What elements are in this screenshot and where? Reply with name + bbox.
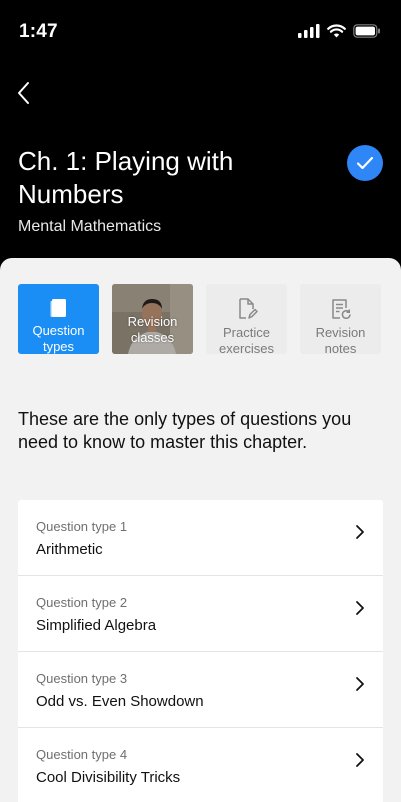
page-title: Ch. 1: Playing with Numbers bbox=[18, 146, 234, 209]
chevron-right-icon bbox=[356, 601, 364, 615]
tile-label: Question types bbox=[32, 323, 85, 354]
question-type-name: Odd vs. Even Showdown bbox=[36, 693, 204, 710]
battery-icon bbox=[353, 24, 380, 38]
tile-label: Practice exercises bbox=[219, 325, 274, 354]
back-button[interactable] bbox=[6, 76, 40, 110]
question-type-label: Question type 4 bbox=[36, 747, 128, 762]
question-type-label: Question type 2 bbox=[36, 595, 128, 610]
question-type-name: Cool Divisibility Tricks bbox=[36, 769, 181, 786]
chevron-right-icon bbox=[356, 677, 364, 691]
tile-label: Revision classes bbox=[127, 314, 178, 345]
checkmark-icon bbox=[356, 156, 374, 170]
question-type-name: Arithmetic bbox=[36, 541, 103, 558]
question-type-name: Simplified Algebra bbox=[36, 617, 157, 634]
question-type-label: Question type 1 bbox=[36, 519, 128, 534]
tile-question-types[interactable]: Question types bbox=[18, 284, 99, 354]
question-type-label: Question type 3 bbox=[36, 671, 128, 686]
status-time: 1:47 bbox=[19, 21, 58, 42]
tile-label: Revision notes bbox=[315, 325, 366, 354]
chevron-left-icon bbox=[18, 82, 29, 104]
tile-practice-exercises[interactable]: Practice exercises bbox=[206, 284, 287, 354]
status-bar: 1:47 bbox=[0, 0, 401, 60]
signal-icon bbox=[298, 24, 320, 38]
list-item[interactable]: Question type 3 Odd vs. Even Showdown bbox=[18, 652, 383, 728]
notes-refresh-icon bbox=[331, 299, 351, 319]
tile-revision-notes[interactable]: Revision notes bbox=[300, 284, 381, 354]
list-item[interactable]: Question type 1 Arithmetic bbox=[18, 500, 383, 576]
completed-badge bbox=[347, 145, 383, 181]
page-subtitle: Mental Mathematics bbox=[18, 218, 162, 235]
wifi-icon bbox=[327, 24, 346, 38]
tile-revision-classes[interactable]: Revision classes bbox=[112, 284, 193, 354]
section-tiles: Question types Revision classes Practice… bbox=[18, 284, 381, 354]
status-icons bbox=[298, 24, 381, 38]
question-type-list: Question type 1 Arithmetic Question type… bbox=[18, 500, 383, 802]
edit-document-icon bbox=[238, 298, 258, 319]
list-item[interactable]: Question type 4 Cool Divisibility Tricks bbox=[18, 728, 383, 802]
content-sheet: Question types Revision classes Practice… bbox=[0, 258, 401, 802]
intro-text: These are the only types of questions yo… bbox=[18, 409, 352, 452]
book-icon bbox=[50, 299, 66, 317]
chevron-right-icon bbox=[356, 753, 364, 767]
chevron-right-icon bbox=[356, 525, 364, 539]
list-item[interactable]: Question type 2 Simplified Algebra bbox=[18, 576, 383, 652]
